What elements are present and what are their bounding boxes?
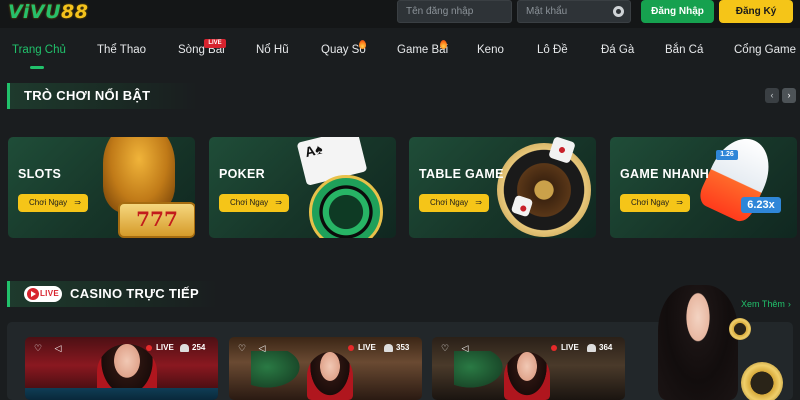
dealer-image: [504, 352, 550, 400]
ambassador-image: [658, 285, 738, 400]
play-now-button[interactable]: Chơi Ngay ⇒: [18, 194, 88, 212]
table-felt: [454, 351, 508, 391]
game-card-table-game[interactable]: TABLE GAME Chơi Ngay ⇒: [409, 137, 596, 238]
heart-icon[interactable]: ♡: [33, 343, 43, 353]
game-card-name: SLOTS: [18, 167, 62, 181]
register-button[interactable]: Đăng Ký: [719, 0, 793, 23]
live-casino-title-text: CASINO TRỰC TIẾP: [70, 286, 199, 301]
table-felt: [25, 388, 218, 400]
live-table-card[interactable]: ♡ ◁ LIVE 364: [432, 337, 625, 400]
arrow-right-icon: ⇒: [275, 198, 282, 207]
game-card-name: POKER: [219, 167, 265, 181]
multiplier-badge: 6.23x: [741, 197, 781, 213]
username-input[interactable]: Tên đăng nhập: [397, 0, 512, 23]
nav-active-indicator: [30, 66, 44, 69]
mute-icon[interactable]: ◁: [460, 343, 470, 353]
game-card-slots[interactable]: 777 SLOTS Chơi Ngay ⇒: [8, 137, 195, 238]
chevron-right-icon: ›: [787, 299, 791, 309]
game-card-name: TABLE GAME: [419, 167, 504, 181]
viewer-count: 364: [587, 342, 612, 354]
fire-icon: [440, 40, 447, 49]
heart-icon[interactable]: ♡: [440, 343, 450, 353]
live-tag: LIVE: [348, 342, 376, 354]
viewer-count-value: 364: [599, 343, 613, 352]
multiplier-small-badge: 1.26: [716, 150, 738, 160]
nav-item-lode[interactable]: Lô Đề: [537, 44, 568, 70]
live-dot-icon: [551, 345, 557, 351]
play-now-label: Chơi Ngay: [230, 198, 269, 207]
viewer-count: 254: [180, 342, 205, 354]
nav-item-game-portal[interactable]: Cổng Game: [734, 44, 796, 70]
game-card-name: GAME NHANH: [620, 167, 710, 181]
password-input[interactable]: Mật khẩu: [517, 0, 631, 23]
live-pill-label: LIVE: [40, 289, 59, 298]
play-now-label: Chơi Ngay: [29, 198, 68, 207]
heart-icon[interactable]: ♡: [237, 343, 247, 353]
chip-icon: [729, 318, 751, 340]
logo-suffix: 88: [61, 1, 89, 23]
live-pill: LIVE: [24, 286, 62, 302]
featured-games-title: TRÒ CHƠI NỔI BẬT: [7, 83, 197, 109]
live-dot-icon: [348, 345, 354, 351]
nav-item-slots[interactable]: Nổ Hũ: [256, 44, 289, 70]
slot-reel: 777: [118, 202, 195, 238]
live-tag: LIVE: [551, 342, 579, 354]
viewers-icon: [384, 344, 393, 352]
play-now-label: Chơi Ngay: [631, 198, 670, 207]
live-tag-label: LIVE: [358, 343, 376, 352]
password-placeholder: Mật khẩu: [526, 6, 568, 17]
show-password-icon[interactable]: [613, 6, 624, 17]
game-card-quick-game[interactable]: 1.26 6.23x GAME NHANH Chơi Ngay ⇒: [610, 137, 797, 238]
viewer-count: 353: [384, 342, 409, 354]
nav-item-keno[interactable]: Keno: [477, 44, 504, 70]
arrow-right-icon: ⇒: [475, 198, 482, 207]
live-tag: LIVE: [146, 342, 174, 354]
table-felt: [251, 351, 305, 391]
login-button[interactable]: Đăng Nhập: [641, 0, 714, 23]
roulette-icon: [497, 143, 591, 237]
top-header: ViVU88 Tên đăng nhập Mật khẩu Đăng Nhập …: [0, 0, 800, 28]
viewer-count-value: 353: [396, 343, 410, 352]
fire-icon: [359, 40, 366, 49]
poker-chip-icon: [309, 175, 383, 238]
play-now-label: Chơi Ngay: [430, 198, 469, 207]
logo-prefix: ViVU: [8, 1, 62, 23]
live-table-card[interactable]: ♡ ◁ LIVE 254: [25, 337, 218, 400]
live-casino-title: LIVE CASINO TRỰC TIẾP: [7, 281, 217, 307]
viewer-count-value: 254: [192, 343, 206, 352]
mute-icon[interactable]: ◁: [257, 343, 267, 353]
dealer-image: [307, 352, 353, 400]
play-icon: [27, 288, 39, 300]
arrow-right-icon: ⇒: [676, 198, 683, 207]
carousel-next-button[interactable]: ›: [782, 88, 796, 103]
live-badge: LIVE: [204, 39, 226, 48]
live-table-card[interactable]: ♡ ◁ LIVE 353: [229, 337, 422, 400]
mute-icon[interactable]: ◁: [53, 343, 63, 353]
main-nav: Trang Chủ Thể Thao Sòng Bài LIVE Nổ Hũ Q…: [0, 36, 800, 74]
nav-item-sports[interactable]: Thể Thao: [97, 44, 146, 70]
site-logo[interactable]: ViVU88: [8, 1, 88, 23]
play-now-button[interactable]: Chơi Ngay ⇒: [419, 194, 489, 212]
arrow-right-icon: ⇒: [74, 198, 81, 207]
carousel-prev-button[interactable]: ‹: [765, 88, 779, 103]
see-more-label: Xem Thêm: [741, 299, 785, 309]
live-tag-label: LIVE: [156, 343, 174, 352]
viewers-icon: [587, 344, 596, 352]
see-more-link[interactable]: Xem Thêm ›: [741, 299, 791, 309]
nav-item-fishing[interactable]: Bắn Cá: [665, 44, 703, 70]
chip-icon: [741, 362, 783, 400]
play-now-button[interactable]: Chơi Ngay ⇒: [620, 194, 690, 212]
nav-item-cockfight[interactable]: Đá Gà: [601, 44, 634, 70]
viewers-icon: [180, 344, 189, 352]
live-dot-icon: [146, 345, 152, 351]
game-card-poker[interactable]: A♠ POKER Chơi Ngay ⇒: [209, 137, 396, 238]
live-tag-label: LIVE: [561, 343, 579, 352]
play-now-button[interactable]: Chơi Ngay ⇒: [219, 194, 289, 212]
